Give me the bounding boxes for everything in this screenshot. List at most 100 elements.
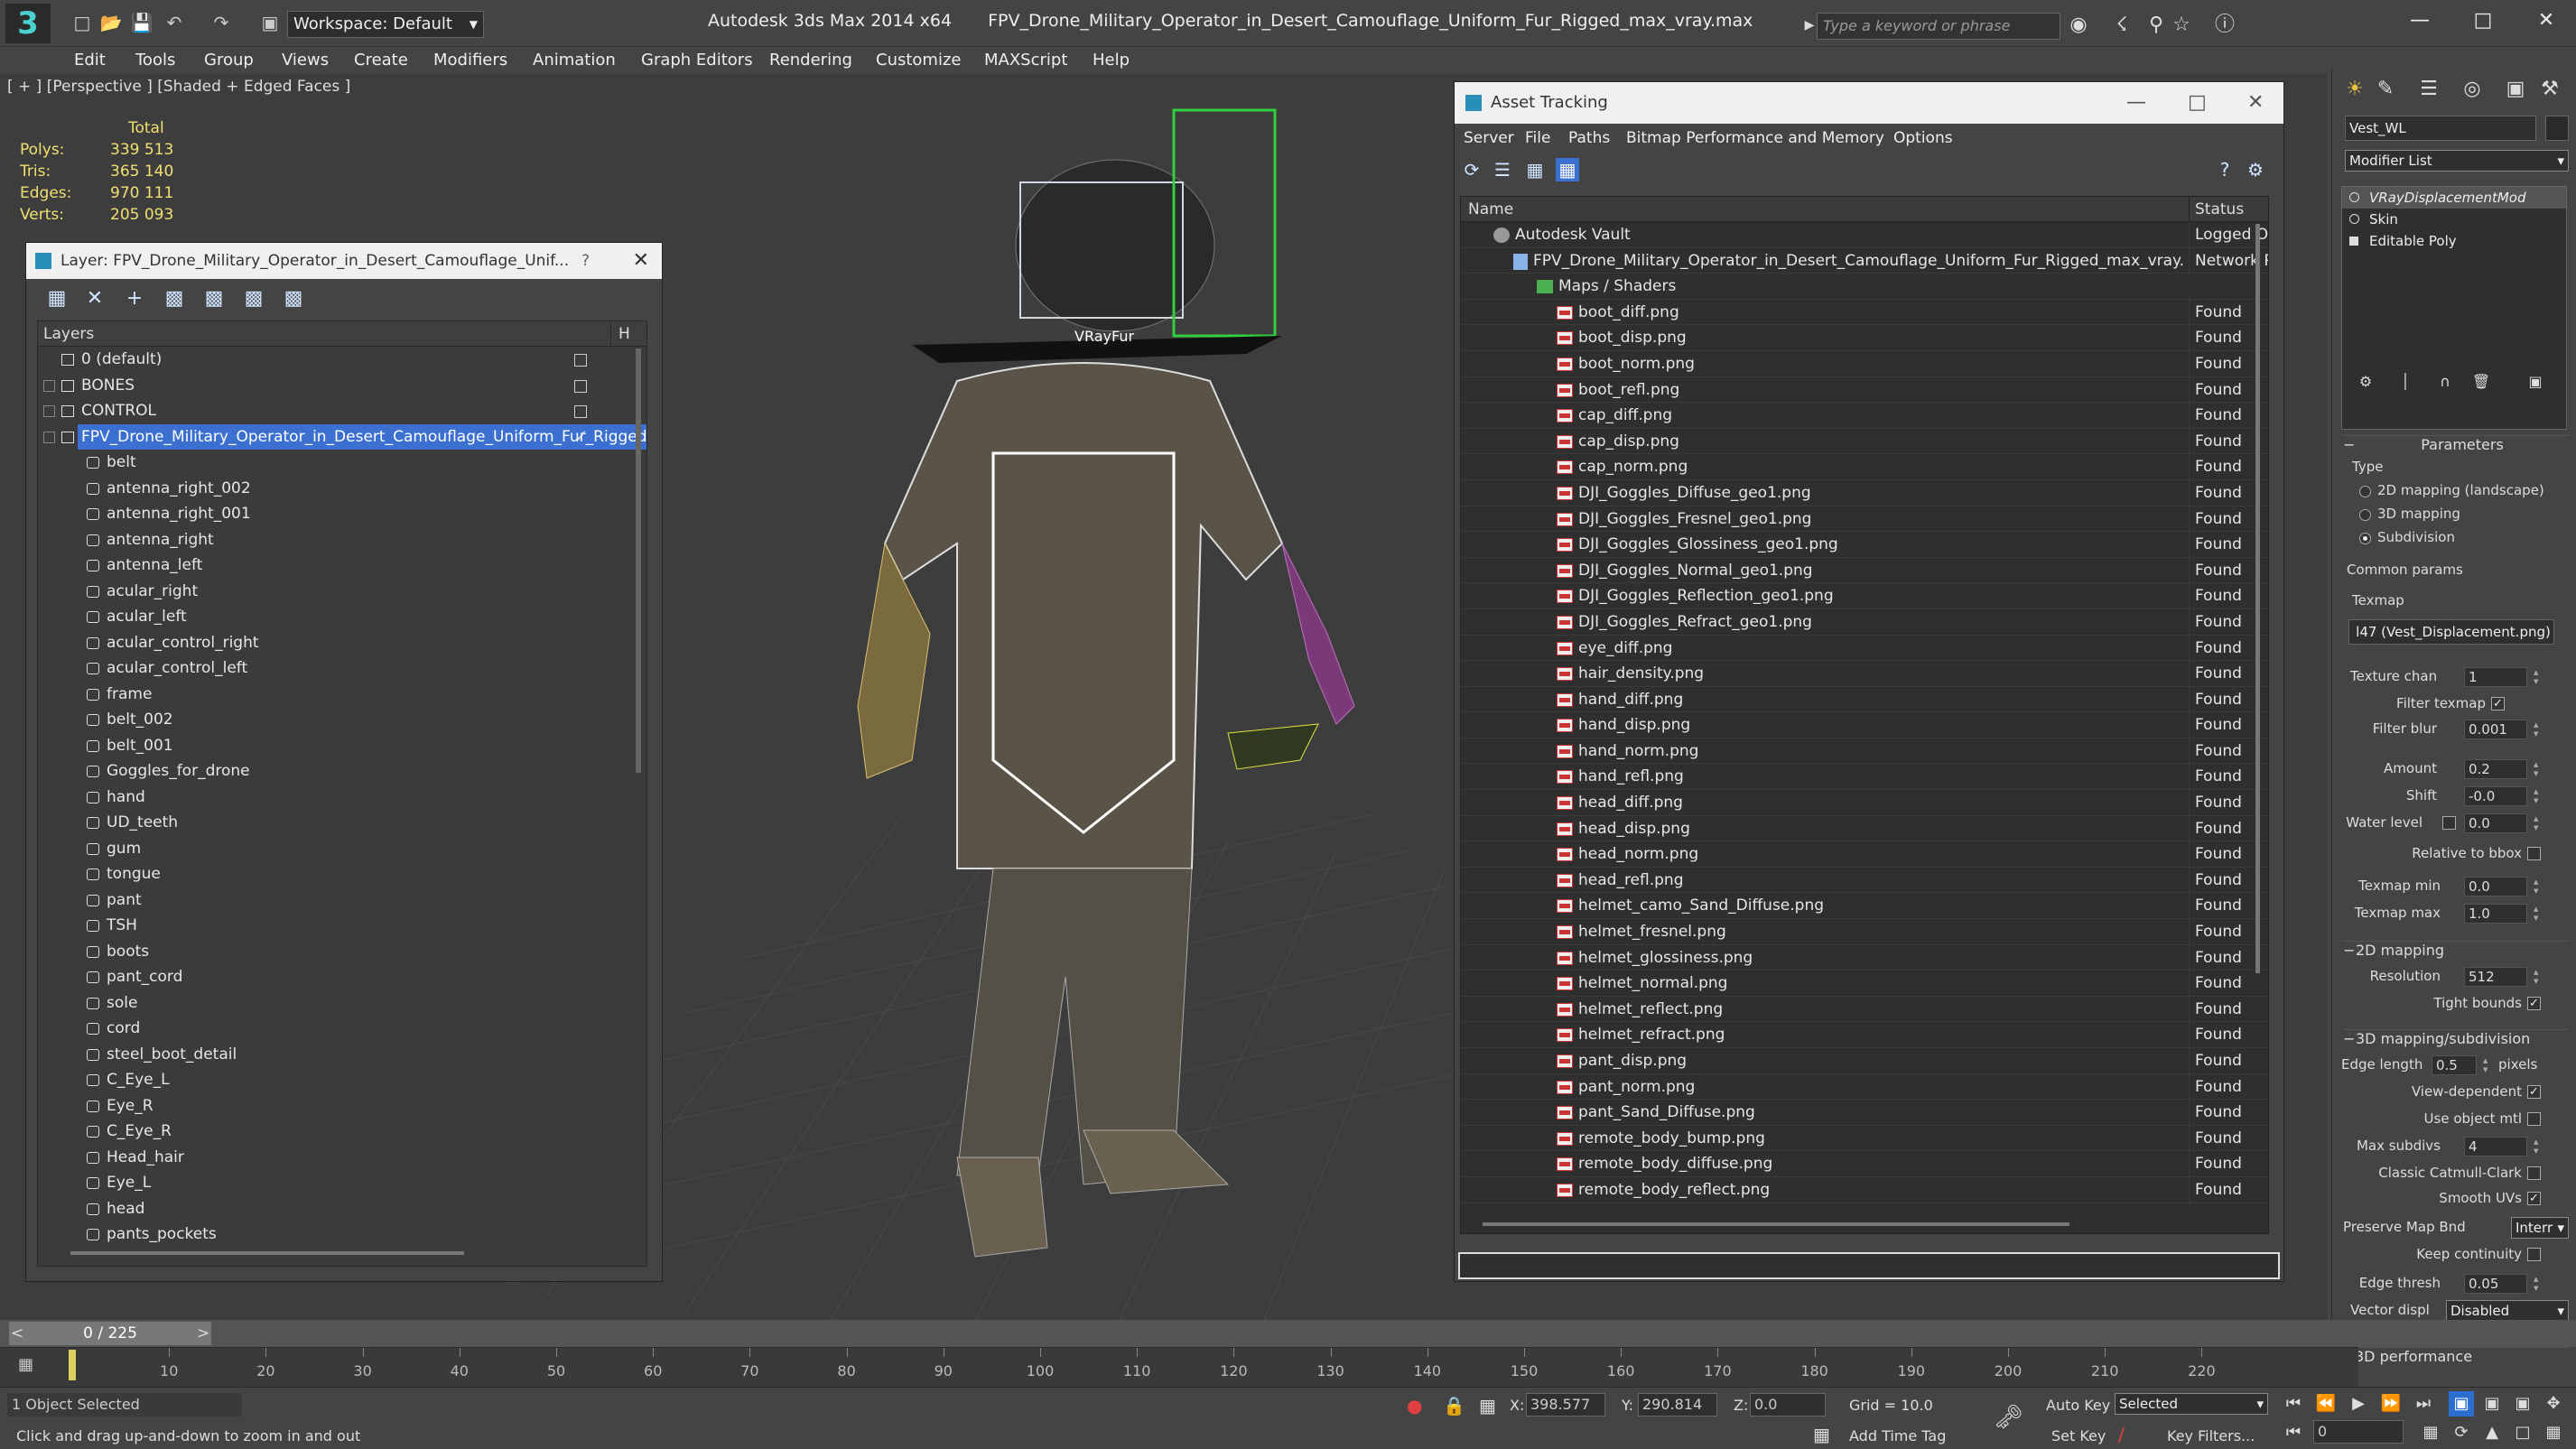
hide-toggle[interactable] [574, 405, 587, 418]
layer-object-row[interactable]: frame [38, 682, 646, 708]
menu-views[interactable]: Views [282, 51, 329, 70]
asset-row-map[interactable]: head_diff.png Found [1461, 790, 2268, 816]
radio-2d-mapping[interactable] [2359, 486, 2371, 497]
layer-object-row[interactable]: sole [38, 990, 646, 1017]
menu-modifiers[interactable]: Modifiers [433, 51, 507, 70]
menu-options[interactable]: Options [1893, 129, 1953, 147]
y-coordinate-field[interactable]: 290.814 [1638, 1393, 1717, 1416]
close-icon[interactable]: ✕ [2247, 82, 2264, 124]
max-subdivs-spinner[interactable]: 4 [2464, 1137, 2541, 1156]
open-file-icon[interactable]: 📂 [99, 11, 123, 34]
asset-row-map[interactable]: hand_diff.png Found [1461, 686, 2268, 713]
layer-object-row[interactable]: C_Eye_L [38, 1067, 646, 1093]
menu-help[interactable]: Help [1093, 51, 1130, 70]
asset-row-map[interactable]: pant_disp.png Found [1461, 1048, 2268, 1074]
asset-row-map[interactable]: hand_refl.png Found [1461, 764, 2268, 791]
layer-object-row[interactable]: acular_left [38, 604, 646, 630]
menu-bitmap-performance[interactable]: Bitmap Performance and Memory [1626, 129, 1884, 147]
asset-dialog-titlebar[interactable]: Asset Tracking — □ ✕ [1455, 82, 2283, 124]
favorites-star-icon[interactable]: ☆ [2169, 13, 2194, 38]
layer-object-row[interactable]: belt_002 [38, 707, 646, 733]
time-slider[interactable]: < 0 / 225 > [9, 1322, 211, 1345]
layer-object-row[interactable]: antenna_right [38, 527, 646, 553]
object-name-field[interactable]: Vest_WL [2345, 116, 2536, 141]
time-configuration-icon[interactable]: ▦ [2418, 1420, 2443, 1445]
menu-server[interactable]: Server [1464, 129, 1514, 147]
list-view-icon[interactable]: ☰ [1491, 158, 1514, 181]
asset-row-map[interactable]: DJI_Goggles_Normal_geo1.png Found [1461, 557, 2268, 584]
edge-length-spinner[interactable]: 0.5 [2432, 1055, 2490, 1075]
column-status[interactable]: Status [2189, 197, 2268, 222]
asset-row-map[interactable]: cap_disp.png Found [1461, 428, 2268, 455]
grid-view-icon[interactable]: ▦ [1556, 158, 1579, 181]
x-coordinate-field[interactable]: 398.577 [1526, 1393, 1605, 1416]
curve-editor-icon[interactable]: ▦ [18, 1355, 33, 1374]
key-filters-button[interactable]: Key Filters... [2167, 1427, 2255, 1444]
tight-bounds-checkbox[interactable]: ✓ [2527, 997, 2541, 1010]
close-icon[interactable]: ✕ [2528, 5, 2564, 36]
menu-animation[interactable]: Animation [533, 51, 616, 70]
asset-path-field[interactable] [1458, 1252, 2280, 1279]
asset-row-map[interactable]: pant_Sand_Diffuse.png Found [1461, 1100, 2268, 1126]
use-object-mtl-checkbox[interactable] [2527, 1112, 2541, 1126]
help-icon[interactable]: ? [2213, 158, 2237, 181]
radio-3d-mapping[interactable] [2359, 509, 2371, 521]
maximize-viewport-icon[interactable]: □ [2510, 1420, 2535, 1445]
layer-object-row[interactable]: acular_right [38, 579, 646, 605]
settings-icon[interactable]: ⚙ [2244, 158, 2267, 181]
preserve-map-dropdown[interactable]: Interr [2511, 1217, 2569, 1239]
column-layers[interactable]: Layers [43, 325, 94, 343]
asset-row-map[interactable]: DJI_Goggles_Refract_geo1.png Found [1461, 608, 2268, 636]
filter-texmap-checkbox[interactable]: ✓ [2491, 697, 2505, 711]
undo-icon[interactable]: ↶ [163, 11, 186, 34]
go-to-start-icon[interactable]: ⏮ [2281, 1391, 2306, 1416]
field-of-view-icon[interactable]: ▣ [2510, 1391, 2535, 1416]
classic-catmull-checkbox[interactable] [2527, 1166, 2541, 1180]
motion-tab-icon[interactable]: ◎ [2459, 76, 2486, 103]
set-key-button[interactable]: Set Key [2051, 1427, 2106, 1444]
collapse-icon[interactable] [43, 431, 55, 443]
binoculars-icon[interactable]: ◉ [2066, 13, 2091, 38]
track-bar[interactable]: ▦ 10 20 30 40 50 60 70 80 90 100 110 120 130 140 150 16… [0, 1347, 2358, 1387]
orbit-icon[interactable]: ⟳ [2449, 1420, 2474, 1445]
asset-row-map[interactable]: DJI_Goggles_Fresnel_geo1.png Found [1461, 506, 2268, 533]
layer-object-row[interactable]: cord [38, 1016, 646, 1042]
layer-row[interactable]: 0 (default) [38, 347, 646, 373]
highlight-selected-icon[interactable]: ▩ [201, 286, 227, 311]
chevron-right-icon[interactable]: > [197, 1322, 209, 1345]
z-coordinate-field[interactable]: 0.0 [1750, 1393, 1826, 1416]
layer-object-row[interactable]: belt_001 [38, 733, 646, 759]
resolution-spinner[interactable]: 512 [2464, 967, 2541, 987]
vertical-scrollbar[interactable] [636, 348, 641, 773]
layer-row[interactable]: CONTROL [38, 398, 646, 424]
asset-row-map[interactable]: pant_norm.png Found [1461, 1073, 2268, 1101]
communication-icon[interactable]: ⚲ [2144, 13, 2169, 38]
asset-row-map[interactable]: hair_density.png Found [1461, 661, 2268, 687]
menu-rendering[interactable]: Rendering [769, 51, 852, 70]
asset-row-map[interactable]: eye_diff.png Found [1461, 635, 2268, 662]
horizontal-scrollbar[interactable] [1483, 1222, 2069, 1226]
column-hide[interactable]: H [610, 321, 630, 347]
asset-row-map[interactable]: remote_body_reflect.png Found [1461, 1176, 2268, 1203]
modifier-list-dropdown[interactable]: Modifier List [2345, 150, 2569, 172]
layer-object-row[interactable]: UD_teeth [38, 810, 646, 836]
layer-object-row[interactable]: gum [38, 836, 646, 862]
table-view-icon[interactable]: ▦ [1523, 158, 1547, 181]
previous-frame-icon[interactable]: ⏪ [2313, 1391, 2339, 1416]
auto-key-button[interactable]: Auto Key [2046, 1397, 2110, 1414]
new-file-icon[interactable]: □ [70, 11, 94, 34]
make-unique-icon[interactable]: ∩ [2432, 368, 2459, 395]
layer-object-row[interactable]: tongue [38, 861, 646, 887]
key-mode-icon[interactable]: ∕ [2118, 1424, 2125, 1445]
asset-row-map[interactable]: hand_disp.png Found [1461, 712, 2268, 738]
asset-row-map[interactable]: boot_disp.png Found [1461, 325, 2268, 351]
zoom-all-icon[interactable]: ▣ [2479, 1391, 2505, 1416]
layer-object-row[interactable]: pant [38, 887, 646, 914]
display-tab-icon[interactable]: ▣ [2502, 76, 2529, 103]
layer-object-row[interactable]: pants_pockets [38, 1221, 646, 1248]
layer-object-row[interactable]: belt [38, 450, 646, 476]
amount-spinner[interactable]: 0.2 [2464, 759, 2541, 779]
asset-row-map[interactable]: boot_norm.png Found [1461, 350, 2268, 377]
asset-row-map[interactable]: head_disp.png Found [1461, 815, 2268, 842]
asset-row-map[interactable]: helmet_glossiness.png Found [1461, 944, 2268, 971]
